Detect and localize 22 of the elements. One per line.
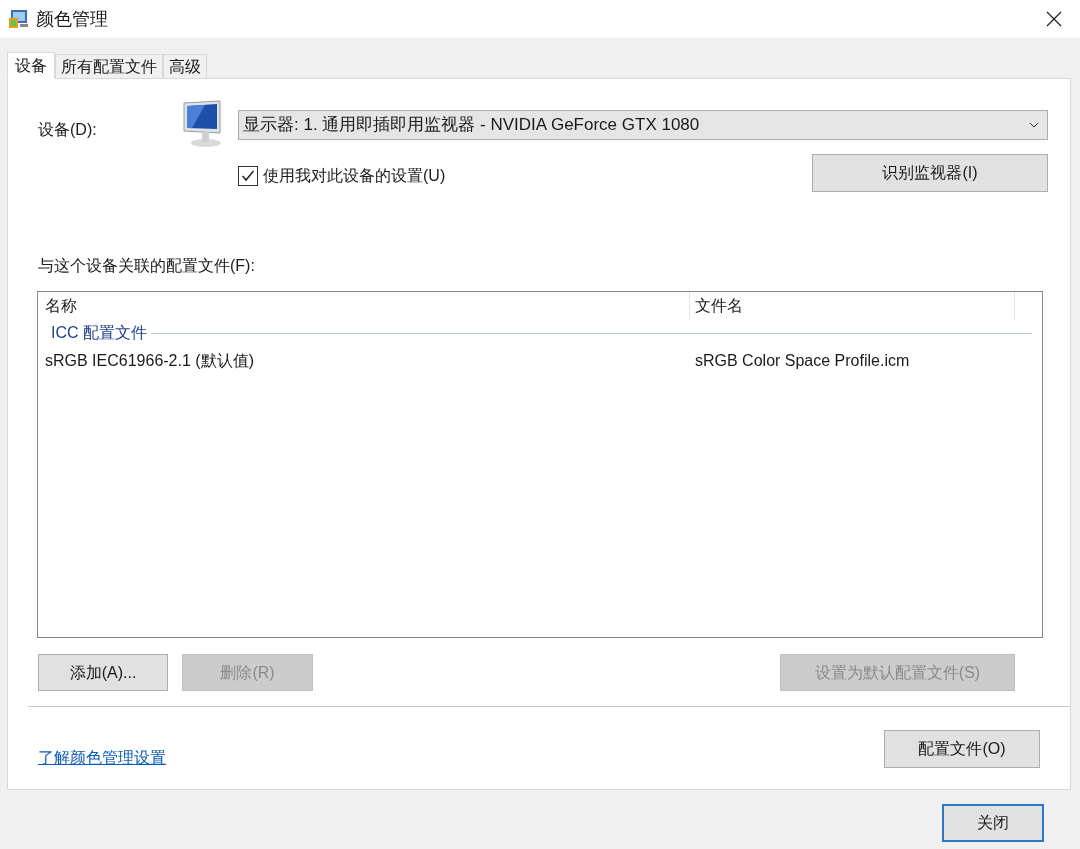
group-header: ICC 配置文件 <box>51 323 148 343</box>
help-link[interactable]: 了解颜色管理设置 <box>38 746 166 770</box>
device-dropdown[interactable]: 显示器: 1. 通用即插即用监视器 - NVIDIA GeForce GTX 1080 <box>238 110 1048 140</box>
identify-monitor-button[interactable]: 识别监视器(I) <box>812 154 1048 192</box>
list-button[interactable]: 添加(A)... <box>38 654 168 691</box>
close-button[interactable]: 关闭 <box>942 804 1044 842</box>
profiles-label: 与这个设备关联的配置文件(F): <box>38 256 256 276</box>
window-title: 颜色管理 <box>36 7 108 31</box>
close-icon[interactable] <box>1046 11 1062 27</box>
tab[interactable]: 所有配置文件 <box>55 54 163 78</box>
column-header[interactable]: 文件名 <box>690 292 1015 320</box>
profile-file[interactable]: sRGB Color Space Profile.icm <box>688 349 910 373</box>
chevron-down-icon <box>1029 122 1039 128</box>
profiles-button[interactable]: 配置文件(O) <box>884 730 1040 768</box>
profile-name[interactable]: sRGB IEC61966-2.1 (默认值) <box>38 349 688 373</box>
app-icon <box>8 8 30 30</box>
checkbox[interactable] <box>238 166 258 186</box>
tab[interactable]: 高级 <box>163 54 207 78</box>
checkbox-label[interactable]: 使用我对此设备的设置(U) <box>263 164 446 188</box>
device-label: 设备(D): <box>38 120 98 140</box>
column-header[interactable]: 名称 <box>38 292 690 320</box>
tab[interactable]: 设备 <box>7 52 55 79</box>
